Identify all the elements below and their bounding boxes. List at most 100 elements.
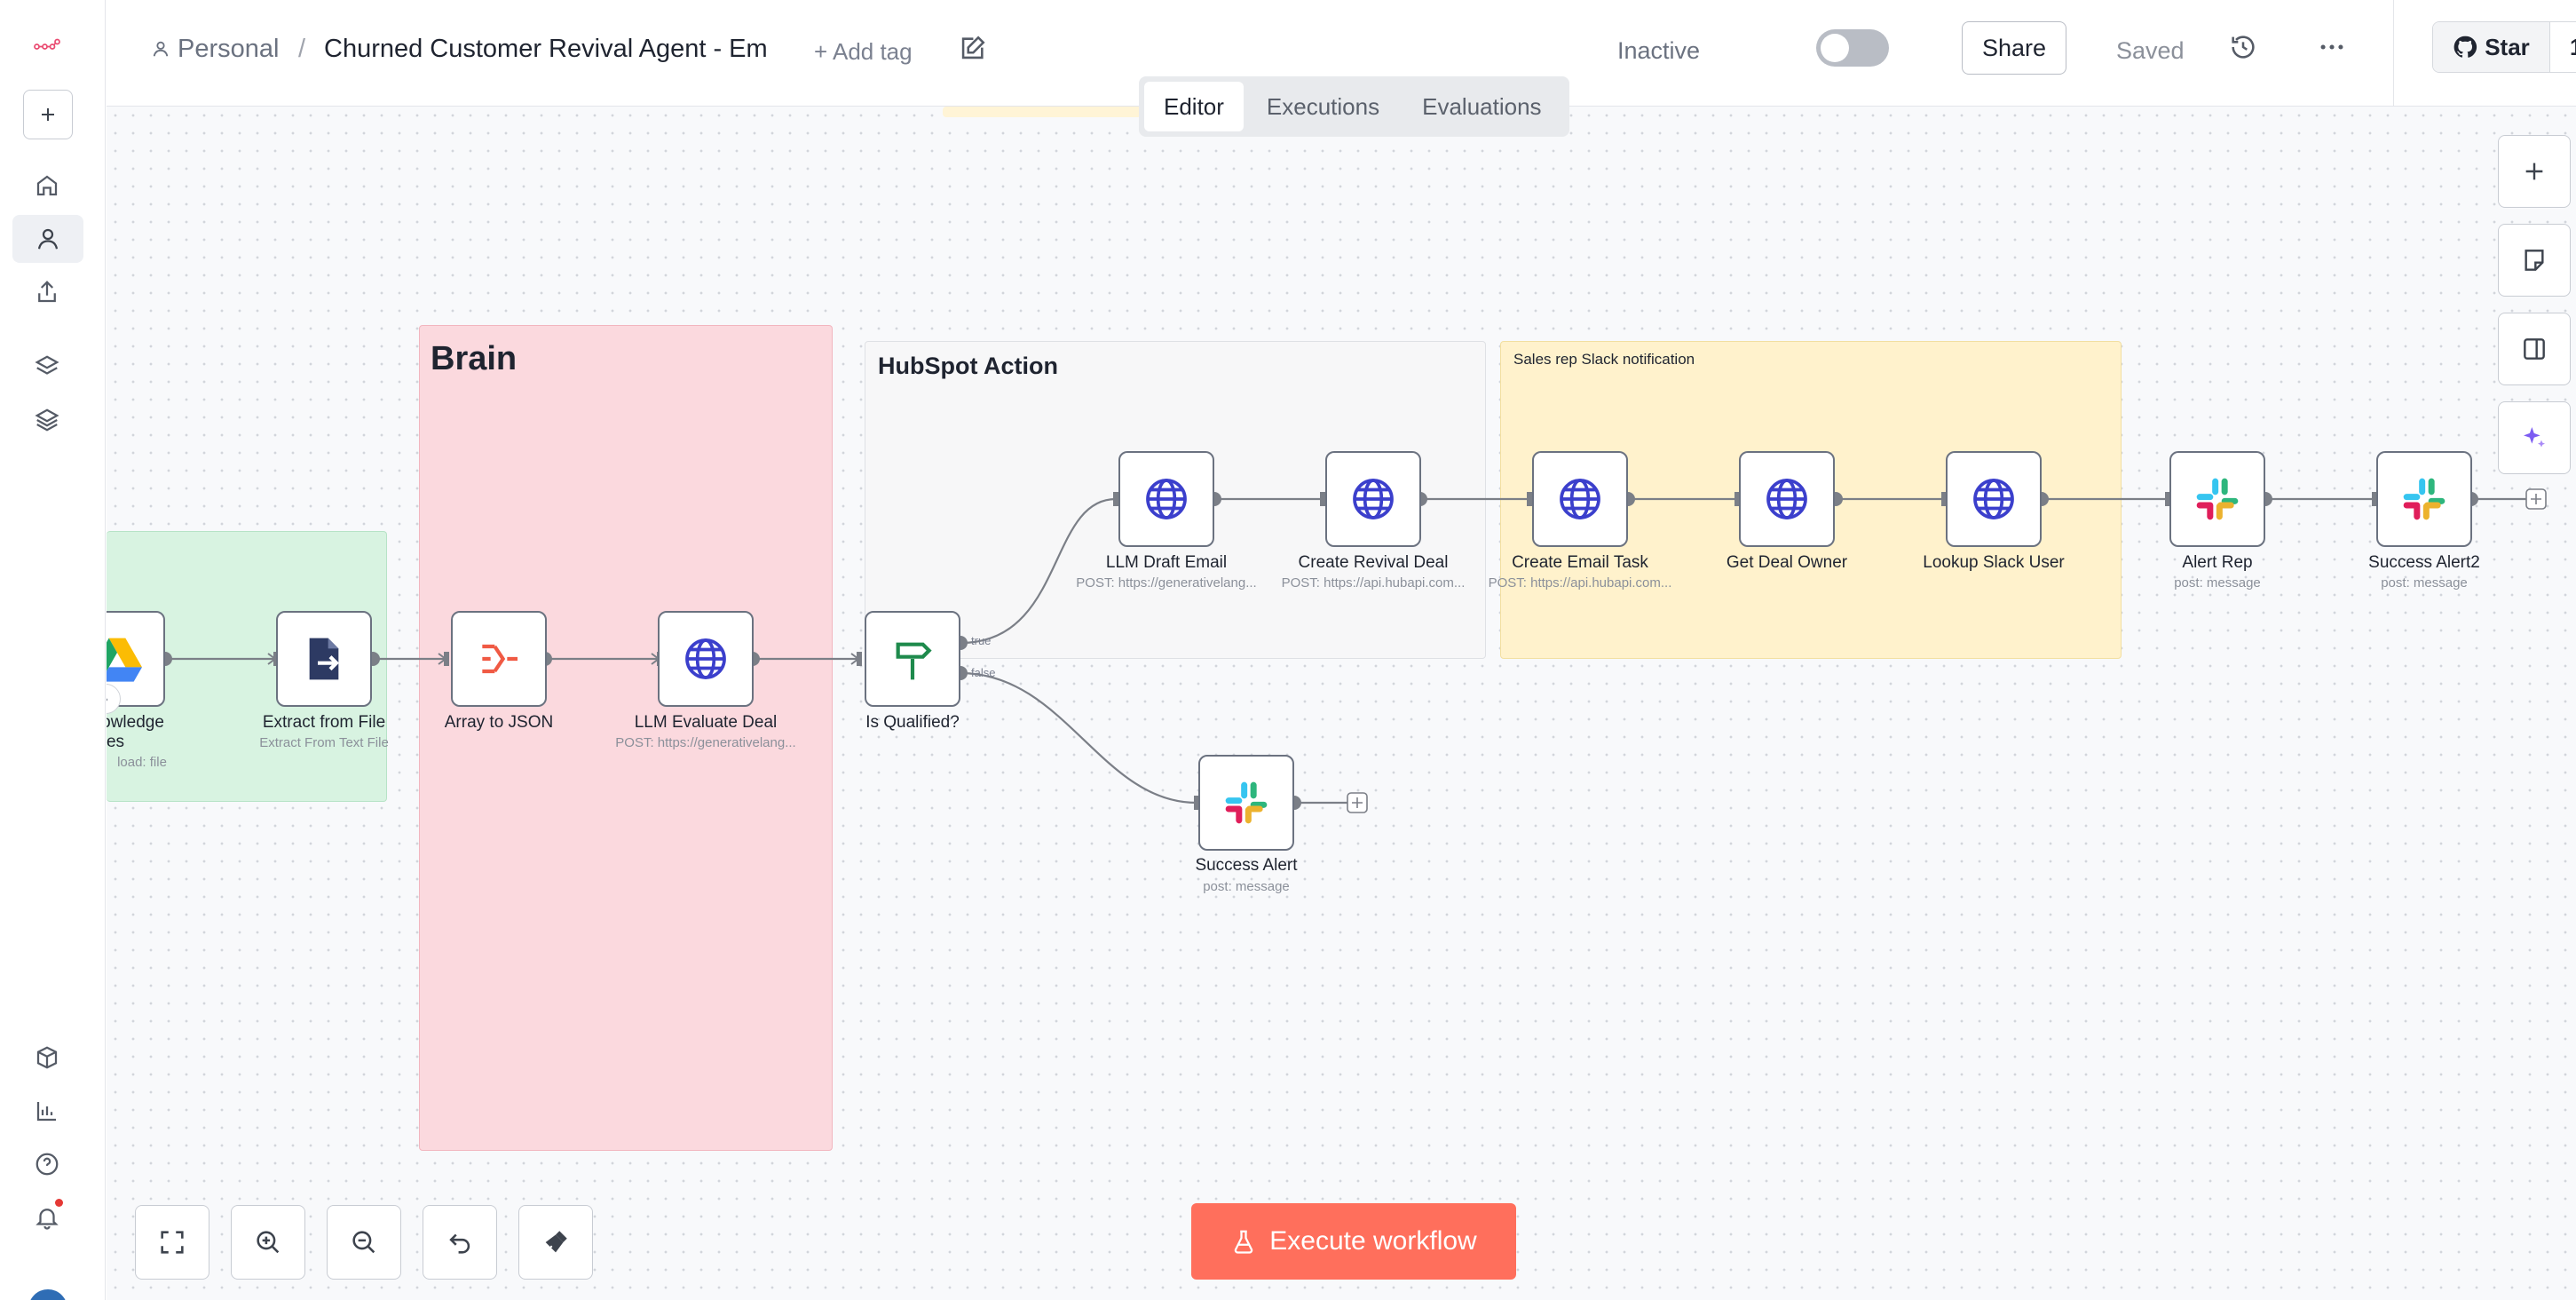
more-options-icon[interactable] [2317, 32, 2347, 62]
undo-icon [449, 1233, 470, 1254]
node-alert-rep[interactable] [2169, 451, 2265, 547]
globe-icon [1353, 479, 1394, 519]
node-llm-draft-email[interactable] [1118, 451, 1214, 547]
node-subtitle: post: message [2174, 575, 2261, 591]
zoom-in-icon [257, 1231, 280, 1254]
slack-icon [2196, 478, 2239, 520]
notification-dot [55, 1199, 63, 1207]
help-icon[interactable] [16, 1140, 78, 1188]
node-label: Array to JSON [444, 713, 554, 732]
zoom-out-button[interactable] [327, 1205, 401, 1280]
flask-icon [1235, 1230, 1253, 1254]
node-create-email-task[interactable] [1532, 451, 1628, 547]
file-export-icon [309, 638, 339, 680]
node-create-revival-deal[interactable] [1325, 451, 1421, 547]
node-subtitle: POST: https://generativelang... [615, 735, 796, 750]
globe-icon [1560, 479, 1600, 519]
breadcrumb-project-label: Personal [178, 35, 280, 63]
tab-evaluations[interactable]: Evaluations [1403, 82, 1561, 131]
globe-icon [685, 638, 726, 679]
breadcrumb-separator: / [298, 35, 306, 63]
toggle-panel-button[interactable] [2498, 313, 2571, 385]
zoom-in-button[interactable] [231, 1205, 305, 1280]
tidy-up-button[interactable] [518, 1205, 593, 1280]
share-button[interactable]: Share [1962, 21, 2066, 75]
insights-icon[interactable] [16, 1087, 78, 1135]
avatar[interactable] [28, 1289, 67, 1300]
node-label: Create Revival Deal [1298, 553, 1449, 572]
panel-right-icon [2524, 338, 2545, 360]
node-is-qualified[interactable] [865, 611, 960, 707]
active-toggle[interactable] [1816, 29, 1889, 67]
n8n-logo-icon[interactable] [16, 21, 78, 69]
globe-icon [1146, 479, 1187, 519]
execute-workflow-label: Execute workflow [1269, 1226, 1477, 1256]
header-divider [2393, 0, 2394, 107]
saved-status: Saved [2116, 37, 2185, 64]
plus-icon [2525, 162, 2543, 180]
fit-view-icon [161, 1231, 184, 1254]
node-label: LLM Evaluate Deal [634, 713, 778, 732]
google-drive-icon [107, 638, 142, 682]
share-upload-icon[interactable] [16, 268, 78, 316]
left-sidebar [0, 0, 106, 1300]
github-star-widget[interactable]: Star 186,253 [2432, 21, 2576, 73]
add-tag-button[interactable]: + Add tag [814, 36, 913, 67]
branch-true-label: true [971, 634, 992, 647]
sticky-note-icon [2525, 250, 2544, 271]
node-extract-from-file[interactable] [276, 611, 372, 707]
node-get-deal-owner[interactable] [1739, 451, 1835, 547]
ai-assistant-button[interactable] [2498, 401, 2571, 474]
add-sticky-button[interactable] [2498, 224, 2571, 297]
node-array-to-json[interactable] [451, 611, 547, 707]
user-icon [153, 41, 169, 57]
github-icon [2454, 36, 2477, 58]
node-label: LLM Draft Email [1105, 553, 1228, 572]
node-success-alert2[interactable] [2376, 451, 2472, 547]
edit-description-icon[interactable] [957, 34, 987, 64]
github-star-button[interactable]: Star [2433, 22, 2550, 72]
github-star-count: 186,253 [2550, 22, 2576, 72]
bell-icon[interactable] [16, 1193, 78, 1241]
templates-icon[interactable] [16, 1034, 78, 1082]
node-label: Get Deal Owner [1726, 553, 1848, 572]
add-button[interactable] [23, 90, 73, 139]
workflow-title[interactable]: Churned Customer Revival Agent - Em [324, 34, 777, 64]
node-subtitle: POST: https://generativelang... [1076, 575, 1257, 591]
undo-button[interactable] [423, 1205, 497, 1280]
tab-editor[interactable]: Editor [1144, 82, 1244, 131]
node-label: Alert Rep [2182, 553, 2253, 572]
node-llm-evaluate-deal[interactable] [658, 611, 754, 707]
node-label: Lookup Slack User [1923, 553, 2065, 572]
layers-icon[interactable] [16, 343, 78, 391]
toggle-knob [1821, 34, 1849, 62]
history-icon[interactable] [2228, 32, 2258, 62]
user-icon[interactable] [12, 215, 83, 263]
node-label: Is Qualified? [865, 713, 960, 732]
github-star-label: Star [2485, 33, 2530, 60]
node-lookup-slack-user[interactable] [1946, 451, 2042, 547]
node-subtitle: post: message [1203, 879, 1290, 894]
mode-tabs: Editor Executions Evaluations [1139, 76, 1569, 137]
node-label: Success Alert2 [2368, 553, 2480, 572]
home-icon[interactable] [16, 162, 78, 210]
slack-icon [2403, 478, 2446, 520]
workflow-status-label: Inactive [1617, 37, 1701, 64]
breadcrumb-project[interactable]: Personal [151, 34, 279, 64]
signpost-icon [896, 642, 932, 680]
node-subtitle: Extract From Text File [259, 735, 389, 750]
sparkles-icon [2524, 427, 2545, 448]
execute-workflow-button[interactable]: Execute workflow [1191, 1203, 1516, 1280]
tab-executions[interactable]: Executions [1247, 82, 1399, 131]
layers-stack-icon[interactable] [16, 396, 78, 444]
globe-icon [1766, 479, 1807, 519]
add-node-button[interactable] [2498, 135, 2571, 208]
fit-view-button[interactable] [135, 1205, 209, 1280]
node-success-alert[interactable] [1198, 755, 1294, 851]
branch-false-label: false [971, 666, 996, 679]
globe-icon [1973, 479, 2014, 519]
node-label: Create Email Task [1512, 553, 1648, 572]
tidy-up-icon [545, 1231, 567, 1253]
workflow-canvas[interactable]: Brain HubSpot Action Sales rep Slack not… [107, 107, 2576, 1300]
node-subtitle: POST: https://api.hubapi.com... [1488, 575, 1672, 591]
